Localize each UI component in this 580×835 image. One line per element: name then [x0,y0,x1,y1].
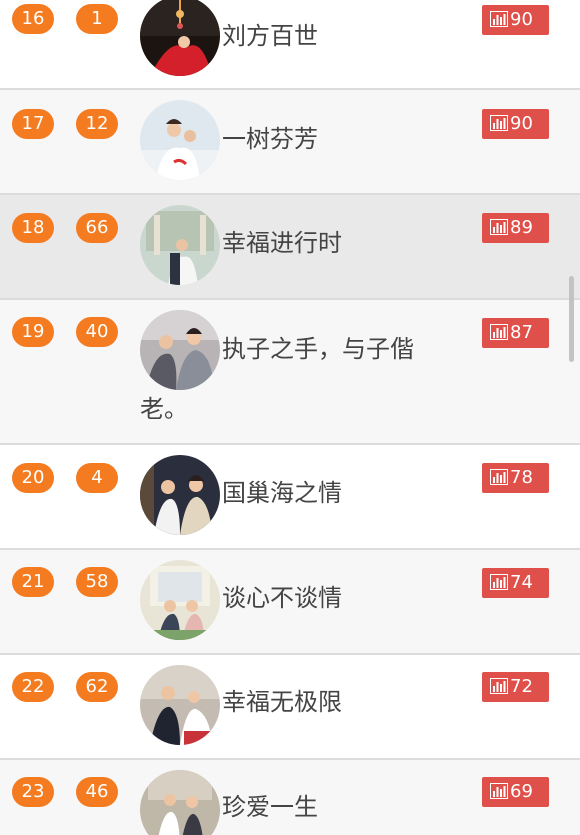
rank-badge: 18 [12,213,54,243]
entry-number-badge: 1 [76,4,118,34]
bar-chart-icon [490,573,508,590]
vote-count: 78 [510,467,533,488]
list-item[interactable]: 18 66 幸福进行时 89 [0,195,580,300]
vote-count: 90 [510,113,533,134]
entry-name: 谈心不谈情 [222,584,342,612]
bar-chart-icon [490,114,508,131]
vote-button[interactable]: 87 [482,318,549,348]
entry-number-badge: 66 [76,213,118,243]
entry-name: 幸福进行时 [222,229,342,257]
list-item[interactable]: 21 58 谈心不谈情 74 [0,550,580,655]
entry-number-badge: 62 [76,672,118,702]
vote-count: 72 [510,676,533,697]
entry-name: 国巢海之情 [222,479,342,507]
vote-button[interactable]: 90 [482,109,549,139]
rank-badge: 21 [12,567,54,597]
entry-name: 幸福无极限 [222,688,342,716]
entry-name: 执子之手，与子偕老。 [140,335,414,423]
bar-chart-icon [490,677,508,694]
list-item[interactable]: 19 40 执子之手，与子偕老。 87 [0,300,580,445]
vote-count: 69 [510,781,533,802]
rank-badge: 22 [12,672,54,702]
entry-number-badge: 12 [76,109,118,139]
list-item[interactable]: 20 4 国巢海之情 78 [0,445,580,550]
entry-number-badge: 40 [76,317,118,347]
rank-badge: 23 [12,777,54,807]
entry-name: 刘方百世 [222,22,318,50]
entry-number-badge: 58 [76,567,118,597]
list-item[interactable]: 16 1 刘方百世 90 [0,0,580,90]
vote-count: 89 [510,217,533,238]
vote-button[interactable]: 90 [482,5,549,35]
vote-count: 74 [510,572,533,593]
bar-chart-icon [490,10,508,27]
vote-button[interactable]: 78 [482,463,549,493]
rank-badge: 20 [12,463,54,493]
vote-button[interactable]: 89 [482,213,549,243]
list-item[interactable]: 17 12 一树芬芳 90 [0,90,580,195]
entry-name: 一树芬芳 [222,125,318,153]
entry-name: 珍爱一生 [222,793,318,821]
list-item[interactable]: 22 62 幸福无极限 72 [0,655,580,760]
rank-badge: 17 [12,109,54,139]
vote-button[interactable]: 74 [482,568,549,598]
vote-button[interactable]: 69 [482,777,549,807]
rank-badge: 19 [12,317,54,347]
rank-badge: 16 [12,4,54,34]
entry-number-badge: 4 [76,463,118,493]
ranking-list: 16 1 刘方百世 90 17 12 一树芬芳 90 18 66 幸福进行时 8… [0,0,580,835]
scrollbar[interactable] [569,276,574,362]
vote-button[interactable]: 72 [482,672,549,702]
bar-chart-icon [490,323,508,340]
vote-count: 87 [510,322,533,343]
bar-chart-icon [490,468,508,485]
vote-count: 90 [510,9,533,30]
bar-chart-icon [490,782,508,799]
bar-chart-icon [490,218,508,235]
entry-number-badge: 46 [76,777,118,807]
list-item[interactable]: 23 46 珍爱一生 69 [0,760,580,835]
